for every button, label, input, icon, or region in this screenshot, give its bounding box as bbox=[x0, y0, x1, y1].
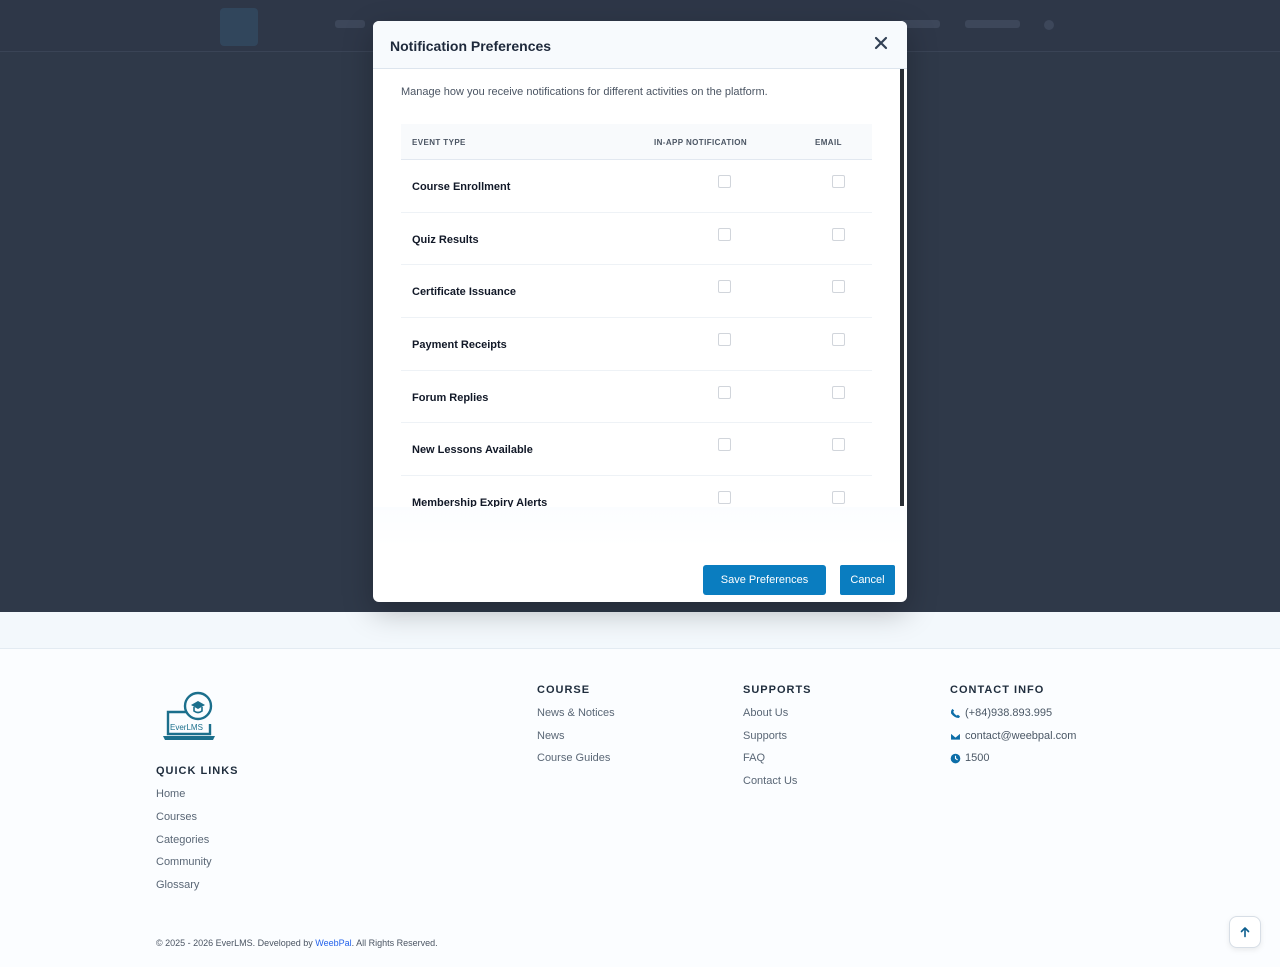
everlms-logo-icon: EverLMS bbox=[163, 691, 215, 740]
copyright-prefix: © 2025 - 2026 EverLMS. Developed by bbox=[156, 938, 316, 948]
table-row: Membership Expiry Alerts bbox=[401, 476, 872, 507]
copyright: © 2025 - 2026 EverLMS. Developed by Weeb… bbox=[156, 938, 438, 948]
contact-email[interactable]: contact@weebpal.com bbox=[950, 730, 1076, 742]
email-checkbox[interactable] bbox=[832, 438, 845, 452]
footer-link-categories[interactable]: Categories bbox=[156, 834, 209, 846]
quick-links-heading: QUICK LINKS bbox=[156, 765, 239, 777]
table-row: Course Enrollment bbox=[401, 160, 872, 213]
table-row: Quiz Results bbox=[401, 213, 872, 266]
event-label: Certificate Issuance bbox=[412, 286, 516, 299]
contact-phone-text: (+84)938.893.995 bbox=[965, 707, 1053, 719]
modal-description: Manage how you receive notifications for… bbox=[401, 86, 768, 98]
in-app-checkbox[interactable] bbox=[718, 280, 731, 294]
close-button[interactable] bbox=[873, 35, 889, 51]
back-to-top-button[interactable] bbox=[1229, 916, 1261, 948]
footer-link-faq[interactable]: FAQ bbox=[743, 752, 765, 764]
modal-title: Notification Preferences bbox=[390, 38, 552, 54]
modal-body[interactable]: Manage how you receive notifications for… bbox=[373, 69, 900, 507]
column-header-in-app: IN-APP NOTIFICATION bbox=[654, 138, 748, 147]
footer-link-community[interactable]: Community bbox=[156, 856, 212, 868]
in-app-checkbox[interactable] bbox=[718, 491, 731, 505]
footer-link-news[interactable]: News bbox=[537, 730, 565, 742]
table-row: Payment Receipts bbox=[401, 318, 872, 371]
modal-header: Notification Preferences bbox=[373, 21, 907, 69]
clock-icon bbox=[950, 753, 961, 763]
nav-placeholder bbox=[335, 20, 365, 28]
copyright-suffix: . All Rights Reserved. bbox=[351, 938, 438, 948]
site-logo-icon bbox=[220, 8, 258, 46]
table-header: EVENT TYPE IN-APP NOTIFICATION EMAIL bbox=[401, 124, 872, 160]
weebpal-link[interactable]: WeebPal bbox=[315, 938, 351, 948]
email-checkbox[interactable] bbox=[832, 385, 845, 399]
email-checkbox[interactable] bbox=[832, 280, 845, 294]
nav-placeholder bbox=[1044, 20, 1054, 30]
contact-info-heading: CONTACT INFO bbox=[950, 684, 1045, 696]
supports-heading: SUPPORTS bbox=[743, 684, 812, 696]
event-label: Membership Expiry Alerts bbox=[412, 497, 548, 507]
event-label: New Lessons Available bbox=[412, 444, 533, 457]
email-checkbox[interactable] bbox=[832, 491, 845, 505]
course-heading: COURSE bbox=[537, 684, 591, 696]
email-checkbox[interactable] bbox=[832, 227, 845, 241]
table-row: New Lessons Available bbox=[401, 423, 872, 477]
in-app-checkbox[interactable] bbox=[718, 438, 731, 452]
footer-link-glossary[interactable]: Glossary bbox=[156, 879, 199, 891]
email-checkbox[interactable] bbox=[832, 333, 845, 347]
table-row: Forum Replies bbox=[401, 371, 872, 424]
footer-link-home[interactable]: Home bbox=[156, 788, 185, 800]
close-icon bbox=[874, 36, 888, 50]
email-checkbox[interactable] bbox=[832, 175, 845, 188]
in-app-checkbox[interactable] bbox=[718, 227, 731, 241]
contact-phone[interactable]: (+84)938.893.995 bbox=[950, 707, 1052, 719]
preferences-table: EVENT TYPE IN-APP NOTIFICATION EMAIL Cou… bbox=[401, 124, 872, 507]
footer-link-news-notices[interactable]: News & Notices bbox=[537, 707, 615, 719]
event-label: Course Enrollment bbox=[412, 181, 511, 193]
envelope-icon bbox=[950, 732, 961, 740]
save-preferences-button[interactable]: Save Preferences bbox=[703, 565, 826, 595]
page-strip bbox=[0, 612, 1280, 649]
column-header-event-type: EVENT TYPE bbox=[412, 138, 466, 147]
in-app-checkbox[interactable] bbox=[718, 385, 731, 399]
footer-link-courses[interactable]: Courses bbox=[156, 811, 197, 823]
footer-link-course-guides[interactable]: Course Guides bbox=[537, 752, 610, 764]
in-app-checkbox[interactable] bbox=[718, 175, 731, 188]
notification-preferences-modal: Notification Preferences Manage how you … bbox=[373, 21, 907, 602]
column-header-email: EMAIL bbox=[815, 138, 842, 147]
arrow-up-icon bbox=[1240, 927, 1250, 938]
logo-text: EverLMS bbox=[170, 723, 203, 732]
in-app-checkbox[interactable] bbox=[718, 333, 731, 347]
footer-link-supports[interactable]: Supports bbox=[743, 730, 787, 742]
event-label: Quiz Results bbox=[412, 233, 479, 246]
contact-email-text: contact@weebpal.com bbox=[965, 730, 1077, 742]
contact-hours: 1500 bbox=[950, 752, 989, 764]
modal-scrollbar[interactable] bbox=[900, 69, 904, 506]
contact-hours-text: 1500 bbox=[965, 752, 990, 764]
nav-placeholder bbox=[965, 20, 1020, 28]
footer-link-about-us[interactable]: About Us bbox=[743, 707, 788, 719]
cancel-button[interactable]: Cancel bbox=[840, 565, 895, 595]
footer-link-contact-us[interactable]: Contact Us bbox=[743, 775, 797, 787]
event-label: Payment Receipts bbox=[412, 339, 507, 352]
table-row: Certificate Issuance bbox=[401, 265, 872, 319]
scroll-fade bbox=[373, 507, 907, 547]
event-label: Forum Replies bbox=[412, 391, 489, 404]
phone-icon bbox=[950, 708, 961, 718]
